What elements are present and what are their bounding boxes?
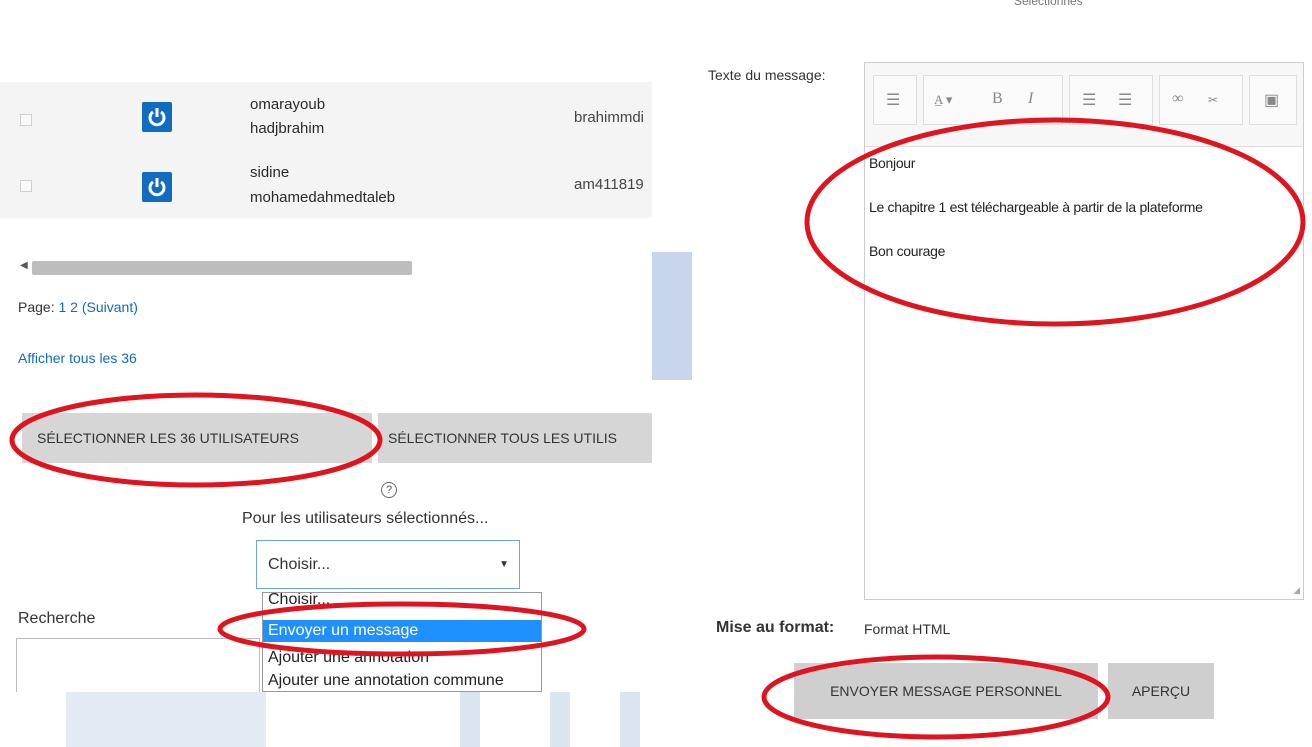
select-all-users-button[interactable]: SÉLECTIONNER TOUS LES UTILIS — [378, 413, 652, 463]
user-last-name[interactable]: mohamedahmedtaleb — [250, 189, 395, 206]
selected-header: Sélectionnés — [1014, 0, 1083, 8]
page-1-link[interactable]: 1 — [58, 299, 66, 315]
format-label: Mise au format: — [716, 619, 835, 636]
editor-toolbar: ☰ A̲ ▾ B I ☰ ☰ ∞ ✂ ▣ — [865, 63, 1303, 147]
action-dropdown-list[interactable]: Choisir... Envoyer un message Ajouter un… — [262, 592, 542, 692]
message-line: Bon courage — [869, 243, 946, 259]
resize-grip-icon[interactable]: ◢ — [1293, 585, 1300, 596]
page-2-link[interactable]: 2 — [70, 299, 78, 315]
background-decoration — [620, 692, 640, 747]
user-email: brahimmdi — [574, 109, 645, 126]
search-input[interactable] — [16, 638, 260, 692]
format-value: Format HTML — [864, 621, 951, 637]
numbered-list-icon[interactable]: ☰ — [1118, 90, 1132, 110]
message-line: Bonjour — [869, 155, 916, 171]
message-pane: Sélectionnés Texte du message: ☰ A̲ ▾ B … — [692, 0, 1312, 747]
preview-button[interactable]: APERÇU — [1108, 663, 1214, 719]
pane-gap — [652, 0, 692, 747]
user-first-name[interactable]: sidine — [250, 164, 289, 181]
participants-table: omarayoub hadjbrahim brahimmdi sidine mo… — [0, 82, 652, 218]
toolbar-group: A̲ ▾ B I — [923, 75, 1063, 125]
power-avatar-icon — [142, 102, 172, 132]
toolbar-group: ∞ ✂ — [1159, 75, 1243, 125]
scrollbar-thumb[interactable] — [32, 261, 412, 275]
action-select[interactable]: Choisir... ▼ — [256, 540, 520, 589]
background-decoration — [460, 692, 480, 747]
link-icon[interactable]: ∞ — [1172, 90, 1183, 108]
pagination: Page: 1 2 (Suivant) — [18, 299, 138, 315]
row-checkbox[interactable] — [20, 180, 32, 192]
participants-pane: omarayoub hadjbrahim brahimmdi sidine mo… — [0, 0, 652, 747]
message-line: Le chapitre 1 est téléchargeable à parti… — [869, 199, 1203, 215]
option-choose[interactable]: Choisir... — [263, 593, 541, 611]
user-first-name[interactable]: omarayoub — [250, 96, 325, 113]
italic-icon[interactable]: I — [1028, 90, 1033, 108]
show-all-link[interactable]: Afficher tous les 36 — [18, 350, 137, 366]
table-row[interactable]: omarayoub hadjbrahim brahimmdi — [0, 86, 652, 148]
bullet-list-icon[interactable]: ☰ — [1082, 90, 1096, 110]
background-decoration — [66, 692, 266, 747]
toolbar-group: ▣ — [1249, 75, 1297, 125]
power-avatar-icon — [142, 172, 172, 202]
help-icon[interactable]: ? — [381, 482, 397, 498]
table-row[interactable]: sidine mohamedahmedtaleb am411819 — [0, 154, 652, 216]
option-add-note[interactable]: Ajouter une annotation — [263, 647, 541, 669]
toolbar-group: ☰ ☰ — [1069, 75, 1153, 125]
bold-icon[interactable]: B — [992, 90, 1003, 108]
message-editor[interactable]: ☰ A̲ ▾ B I ☰ ☰ ∞ ✂ ▣ Bonjour Le chapitre… — [864, 62, 1304, 600]
user-email: am411819 — [574, 176, 644, 193]
horizontal-scrollbar[interactable]: ◀ — [0, 258, 652, 278]
scroll-arrow-icon[interactable]: ◀ — [20, 260, 28, 271]
select-page-users-button[interactable]: SÉLECTIONNER LES 36 UTILISATEURS — [22, 413, 372, 463]
send-message-button[interactable]: ENVOYER MESSAGE PERSONNEL — [794, 663, 1098, 719]
background-decoration — [550, 692, 570, 747]
toolbar-group: ☰ — [873, 75, 917, 125]
message-label: Texte du message: — [708, 67, 826, 83]
with-selected-label: Pour les utilisateurs sélectionnés... — [242, 510, 489, 527]
row-checkbox[interactable] — [20, 114, 32, 126]
show-more-icon[interactable]: ☰ — [886, 90, 900, 110]
option-send-message[interactable]: Envoyer un message — [263, 620, 541, 642]
unlink-icon[interactable]: ✂ — [1208, 93, 1218, 108]
user-last-name[interactable]: hadjbrahim — [250, 120, 324, 137]
option-add-common-note[interactable]: Ajouter une annotation commune — [263, 670, 541, 691]
background-decoration — [652, 252, 692, 380]
editor-content[interactable]: Bonjour Le chapitre 1 est téléchargeable… — [865, 155, 1303, 287]
dropdown-caret-icon[interactable]: ▼ — [499, 541, 509, 588]
pager-label: Page: — [18, 299, 55, 315]
image-icon[interactable]: ▣ — [1264, 90, 1279, 110]
paragraph-style-icon[interactable]: A̲ ▾ — [934, 92, 952, 108]
action-select-value: Choisir... — [268, 556, 331, 573]
search-label: Recherche — [18, 610, 96, 627]
next-page-link[interactable]: (Suivant) — [82, 299, 138, 315]
